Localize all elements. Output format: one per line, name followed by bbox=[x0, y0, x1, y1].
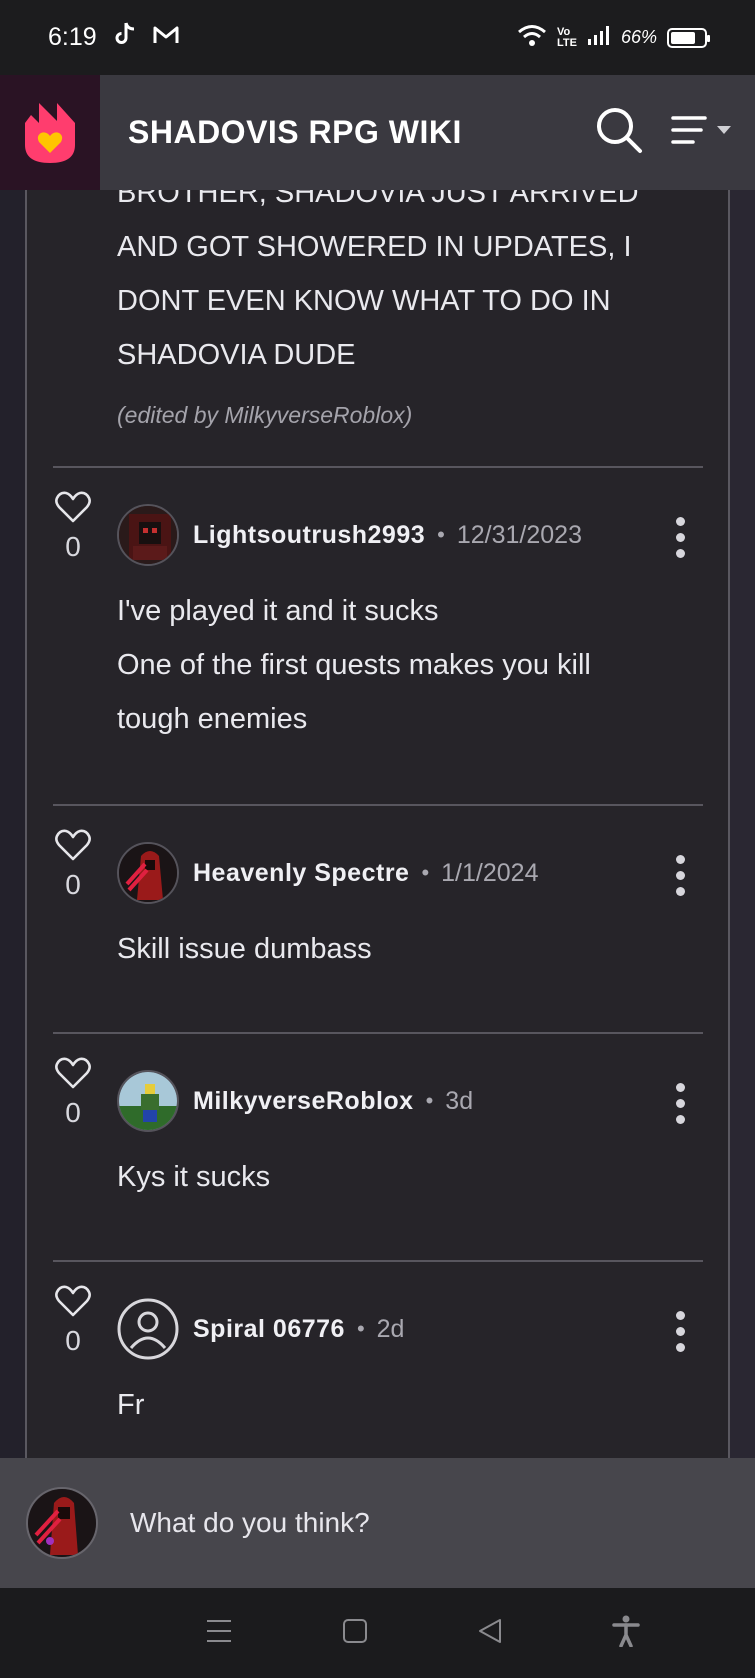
gmail-icon bbox=[153, 24, 179, 52]
fandom-logo[interactable] bbox=[0, 75, 100, 190]
default-avatar-icon[interactable] bbox=[117, 1298, 179, 1360]
previous-comment-body: BROTHER, SHADOVIA JUST ARRIVED AND GOT S… bbox=[117, 190, 639, 371]
background-side-left bbox=[0, 190, 25, 1458]
comment-body: I've played it and it sucks One of the f… bbox=[117, 595, 591, 735]
avatar[interactable] bbox=[117, 842, 179, 904]
more-options-icon[interactable] bbox=[675, 517, 685, 565]
comment-username[interactable]: Heavenly Spectre bbox=[193, 859, 409, 888]
avatar[interactable] bbox=[117, 1070, 179, 1132]
comment-date: 2d bbox=[376, 1314, 405, 1343]
comment-date: 12/31/2023 bbox=[456, 520, 582, 549]
comments-thread[interactable]: BROTHER, SHADOVIA JUST ARRIVED AND GOT S… bbox=[25, 190, 730, 1458]
heart-icon[interactable] bbox=[54, 1284, 92, 1318]
home-icon[interactable] bbox=[342, 1618, 368, 1649]
back-icon[interactable] bbox=[477, 1617, 503, 1650]
comment-body: Fr bbox=[117, 1389, 145, 1421]
current-user-avatar bbox=[26, 1487, 98, 1559]
reply-input[interactable]: What do you think? bbox=[130, 1507, 370, 1539]
heart-icon[interactable] bbox=[54, 490, 92, 524]
comment-divider bbox=[53, 1032, 703, 1034]
comment-divider bbox=[53, 466, 703, 468]
status-bar: 6:19 Vo LTE 66% bbox=[0, 0, 755, 75]
accessibility-icon[interactable] bbox=[612, 1615, 641, 1652]
tiktok-icon bbox=[113, 21, 137, 54]
meta-separator: • bbox=[356, 1316, 365, 1341]
like-count: 0 bbox=[65, 1325, 81, 1356]
comment-date: 1/1/2024 bbox=[441, 858, 539, 887]
comment-username[interactable]: Spiral 06776 bbox=[193, 1315, 345, 1344]
comment-username[interactable]: MilkyverseRoblox bbox=[193, 1087, 414, 1116]
heart-icon[interactable] bbox=[54, 1056, 92, 1090]
more-options-icon[interactable] bbox=[675, 855, 685, 903]
meta-separator: • bbox=[421, 860, 430, 885]
volte-icon: Vo LTE bbox=[557, 25, 577, 49]
wiki-title[interactable]: SHADOVIS RPG WIKI bbox=[128, 114, 462, 151]
battery-icon bbox=[667, 27, 710, 48]
wiki-header: SHADOVIS RPG WIKI bbox=[0, 75, 755, 190]
comment-body: Skill issue dumbass bbox=[117, 933, 372, 965]
like-control[interactable]: 0 bbox=[53, 1056, 93, 1129]
like-control[interactable]: 0 bbox=[53, 490, 93, 563]
more-options-icon[interactable] bbox=[675, 1311, 685, 1359]
meta-separator: • bbox=[425, 1088, 434, 1113]
comment-body: Kys it sucks bbox=[117, 1161, 271, 1193]
background-side-right bbox=[729, 190, 755, 1458]
like-count: 0 bbox=[65, 1097, 81, 1128]
wifi-icon bbox=[517, 23, 547, 52]
comment-date: 3d bbox=[445, 1086, 474, 1115]
like-control[interactable]: 0 bbox=[53, 828, 93, 901]
system-nav-bar bbox=[0, 1588, 755, 1678]
fandom-flame-logo bbox=[25, 102, 75, 163]
like-count: 0 bbox=[65, 869, 81, 900]
menu-icon[interactable] bbox=[671, 112, 735, 153]
like-count: 0 bbox=[65, 531, 81, 562]
more-options-icon[interactable] bbox=[675, 1083, 685, 1131]
signal-icon bbox=[587, 25, 611, 50]
edited-note: (edited by MilkyverseRoblox) bbox=[117, 402, 413, 428]
reply-bar[interactable]: What do you think? bbox=[0, 1458, 755, 1588]
like-control[interactable]: 0 bbox=[53, 1284, 93, 1357]
battery-percent: 66% bbox=[620, 27, 657, 47]
comment-divider bbox=[53, 1260, 703, 1262]
meta-separator: • bbox=[437, 522, 445, 547]
avatar[interactable] bbox=[117, 504, 179, 566]
search-icon[interactable] bbox=[595, 106, 643, 159]
comment-divider bbox=[53, 804, 703, 806]
comment-username[interactable]: Lightsoutrush2993 bbox=[193, 521, 425, 550]
status-time: 6:19 bbox=[48, 23, 97, 51]
heart-icon[interactable] bbox=[54, 828, 92, 862]
recents-icon[interactable] bbox=[205, 1618, 233, 1649]
